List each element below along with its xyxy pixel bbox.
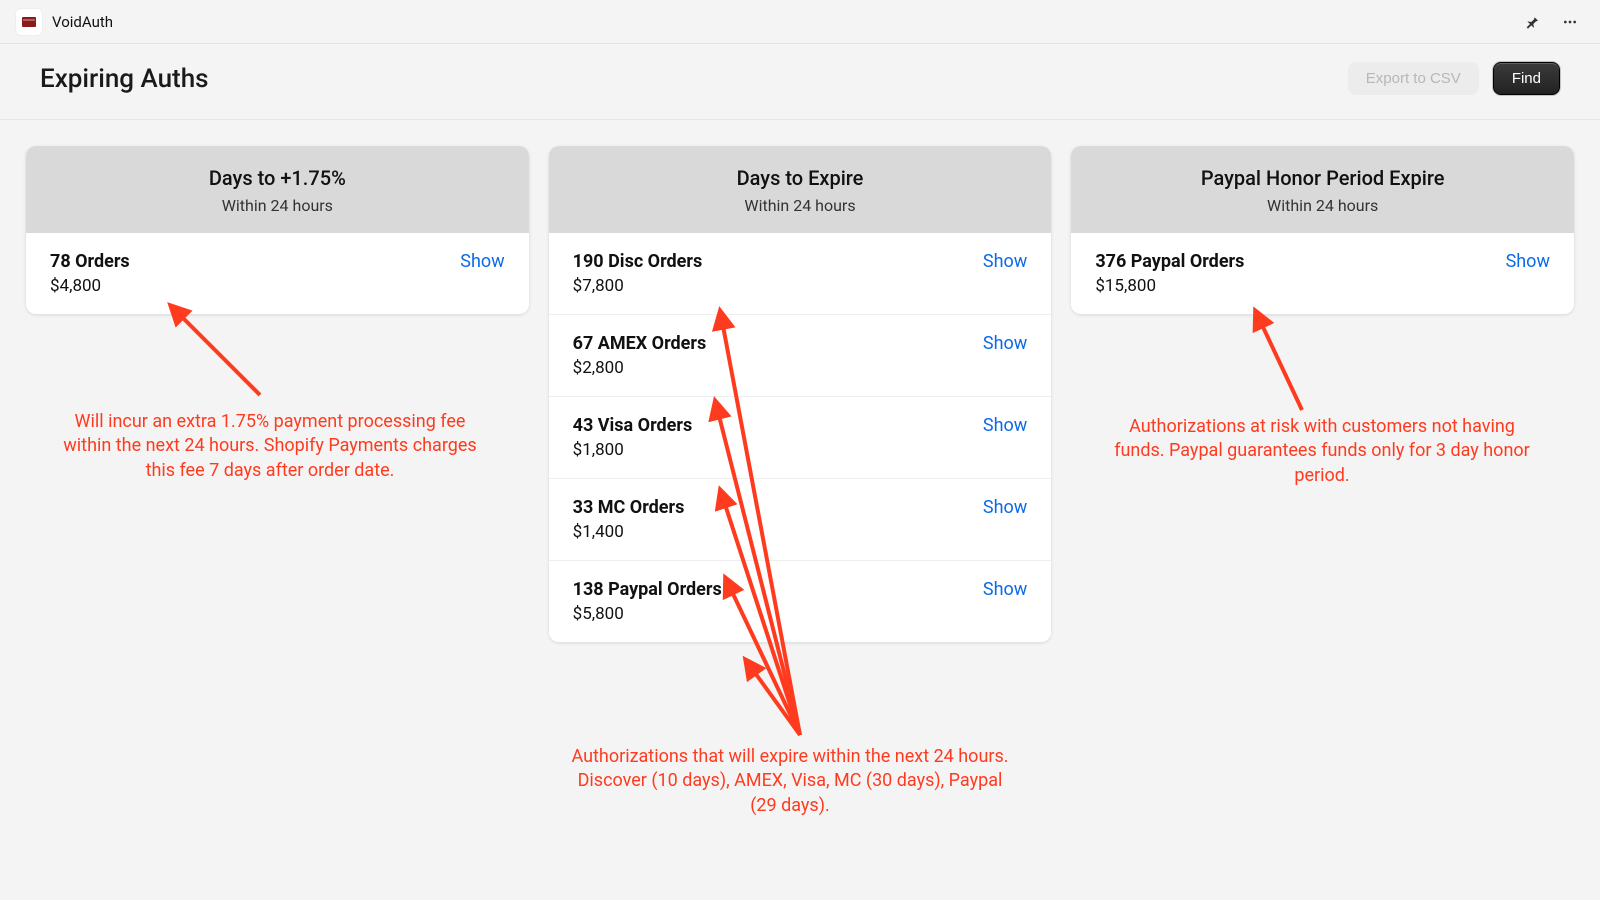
show-link[interactable]: Show xyxy=(983,579,1027,600)
row-title: 33 MC Orders xyxy=(573,497,685,518)
row-left: 67 AMEX Orders $2,800 xyxy=(573,333,707,378)
show-link[interactable]: Show xyxy=(983,497,1027,518)
app-topbar: VoidAuth xyxy=(0,0,1600,44)
card-body: 190 Disc Orders $7,800 Show 67 AMEX Orde… xyxy=(549,233,1052,642)
card-title: Paypal Honor Period Expire xyxy=(1081,166,1564,190)
row-title: 190 Disc Orders xyxy=(573,251,703,272)
more-icon[interactable] xyxy=(1556,10,1584,34)
card-days-to-fee: Days to +1.75% Within 24 hours 78 Orders… xyxy=(26,146,529,314)
row-title: 43 Visa Orders xyxy=(573,415,693,436)
card-row: 190 Disc Orders $7,800 Show xyxy=(549,233,1052,314)
show-link[interactable]: Show xyxy=(983,415,1027,436)
row-title: 376 Paypal Orders xyxy=(1095,251,1244,272)
page-title: Expiring Auths xyxy=(40,64,209,94)
row-amount: $1,800 xyxy=(573,440,693,460)
row-title: 138 Paypal Orders xyxy=(573,579,722,600)
card-row: 43 Visa Orders $1,800 Show xyxy=(549,396,1052,478)
row-left: 33 MC Orders $1,400 xyxy=(573,497,685,542)
app-name: VoidAuth xyxy=(52,13,113,31)
row-left: 190 Disc Orders $7,800 xyxy=(573,251,703,296)
show-link[interactable]: Show xyxy=(983,333,1027,354)
card-row: 78 Orders $4,800 Show xyxy=(26,233,529,314)
card-title: Days to +1.75% xyxy=(36,166,519,190)
row-left: 43 Visa Orders $1,800 xyxy=(573,415,693,460)
show-link[interactable]: Show xyxy=(460,251,504,272)
row-amount: $7,800 xyxy=(573,276,703,296)
card-subtitle: Within 24 hours xyxy=(36,196,519,215)
pin-icon[interactable] xyxy=(1520,10,1544,34)
topbar-right xyxy=(1520,10,1584,34)
header-actions: Export to CSV Find xyxy=(1348,62,1560,95)
row-left: 78 Orders $4,800 xyxy=(50,251,130,296)
row-amount: $5,800 xyxy=(573,604,722,624)
card-head: Paypal Honor Period Expire Within 24 hou… xyxy=(1071,146,1574,233)
card-days-to-expire: Days to Expire Within 24 hours 190 Disc … xyxy=(549,146,1052,642)
card-row: 376 Paypal Orders $15,800 Show xyxy=(1071,233,1574,314)
row-title: 78 Orders xyxy=(50,251,130,272)
export-csv-button[interactable]: Export to CSV xyxy=(1348,62,1479,95)
card-head: Days to +1.75% Within 24 hours xyxy=(26,146,529,233)
card-subtitle: Within 24 hours xyxy=(559,196,1042,215)
show-link[interactable]: Show xyxy=(983,251,1027,272)
row-left: 138 Paypal Orders $5,800 xyxy=(573,579,722,624)
card-body: 78 Orders $4,800 Show xyxy=(26,233,529,314)
card-body: 376 Paypal Orders $15,800 Show xyxy=(1071,233,1574,314)
topbar-left: VoidAuth xyxy=(16,9,113,35)
card-paypal-honor: Paypal Honor Period Expire Within 24 hou… xyxy=(1071,146,1574,314)
page-header: Expiring Auths Export to CSV Find xyxy=(0,44,1600,120)
find-button[interactable]: Find xyxy=(1493,62,1560,95)
card-row: 33 MC Orders $1,400 Show xyxy=(549,478,1052,560)
card-head: Days to Expire Within 24 hours xyxy=(549,146,1052,233)
row-title: 67 AMEX Orders xyxy=(573,333,707,354)
content-grid: Days to +1.75% Within 24 hours 78 Orders… xyxy=(0,120,1600,668)
app-icon xyxy=(16,9,42,35)
row-amount: $2,800 xyxy=(573,358,707,378)
row-left: 376 Paypal Orders $15,800 xyxy=(1095,251,1244,296)
card-subtitle: Within 24 hours xyxy=(1081,196,1564,215)
card-title: Days to Expire xyxy=(559,166,1042,190)
row-amount: $1,400 xyxy=(573,522,685,542)
card-row: 138 Paypal Orders $5,800 Show xyxy=(549,560,1052,642)
card-row: 67 AMEX Orders $2,800 Show xyxy=(549,314,1052,396)
annotation-middle: Authorizations that will expire within t… xyxy=(565,745,1015,818)
row-amount: $15,800 xyxy=(1095,276,1244,296)
show-link[interactable]: Show xyxy=(1506,251,1550,272)
row-amount: $4,800 xyxy=(50,276,130,296)
